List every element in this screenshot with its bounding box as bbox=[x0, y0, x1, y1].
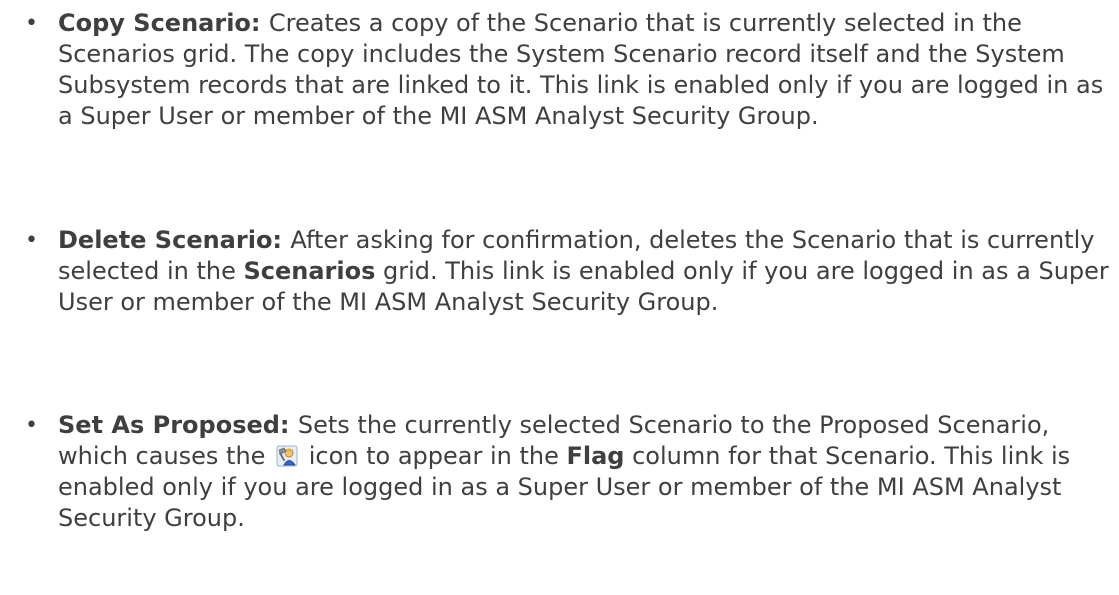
term-set-as-proposed: Set As Proposed: bbox=[58, 411, 298, 439]
bold-word-flag: Flag bbox=[566, 442, 625, 470]
list-item-delete-scenario: • Delete Scenario: After asking for conf… bbox=[0, 225, 1119, 318]
bold-word-scenarios: Scenarios bbox=[243, 257, 376, 285]
list-item-set-as-proposed: • Set As Proposed: Sets the currently se… bbox=[0, 410, 1119, 534]
bullet: • bbox=[25, 228, 38, 253]
term-copy-scenario: Copy Scenario: bbox=[58, 9, 269, 37]
bullet: • bbox=[25, 413, 38, 438]
description-set-as-proposed-part2: icon to appear in the bbox=[301, 442, 567, 470]
proposed-scenario-flag-icon bbox=[276, 444, 298, 467]
term-delete-scenario: Delete Scenario: bbox=[58, 226, 291, 254]
bullet: • bbox=[25, 11, 38, 36]
list-item-copy-scenario: • Copy Scenario: Creates a copy of the S… bbox=[0, 8, 1119, 132]
